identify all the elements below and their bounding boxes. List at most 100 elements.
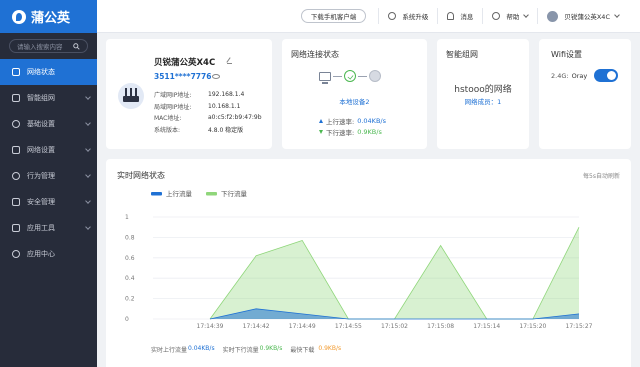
mesh-icon	[12, 94, 20, 102]
sidebar-item-label: 安全管理	[27, 198, 55, 206]
x-tick-label: 17:14:55	[335, 323, 362, 330]
sidebar-item-basic-settings[interactable]: 基础设置	[0, 111, 97, 137]
avatar	[547, 10, 559, 22]
brand-logo[interactable]: 蒲公英	[0, 0, 97, 33]
help-menu[interactable]: 帮助	[482, 8, 537, 24]
app-center-icon	[12, 250, 20, 258]
sidebar-item-network-status[interactable]: 网络状态	[0, 59, 97, 85]
footer-peak-label: 最快下载	[290, 347, 315, 354]
sidebar-item-mesh[interactable]: 智能组网	[0, 85, 97, 111]
search-icon[interactable]	[73, 42, 80, 50]
download-rate-label: 下行速率:	[326, 129, 355, 137]
arrow-down-icon	[319, 130, 323, 134]
download-client-button[interactable]: 下载手机客户端	[300, 9, 367, 23]
messages-button[interactable]: 消息	[437, 8, 482, 24]
info-row: 广域网IP地址: 192.168.1.4	[154, 89, 262, 101]
bell-icon	[447, 12, 455, 20]
toolbox-icon	[12, 224, 20, 232]
monitor-icon	[12, 68, 20, 76]
chevron-down-icon	[614, 12, 620, 18]
device-sn: 3511****7776	[154, 72, 212, 81]
legend-swatch	[151, 192, 162, 196]
mesh-card: 智能组网 hstooo的网络 网络成员：1	[437, 39, 529, 149]
info-key: MAC地址:	[154, 115, 182, 123]
mesh-title: 智能组网	[446, 50, 478, 59]
upgrade-icon	[388, 12, 397, 20]
computer-icon	[319, 71, 331, 84]
user-name: 贝锐蒲公英X4C	[564, 13, 610, 21]
system-upgrade-label: 系统升级	[402, 13, 429, 21]
realtime-card: 实时网络状态 每5s自动刷新 0 0.2 0.4 0.6 0.8 1 17:14:39 17:…	[106, 159, 631, 367]
sidebar-item-security[interactable]: 安全管理	[0, 189, 97, 215]
sidebar-nav: 网络状态 智能组网 基础设置 网络设置 行为管理 安全管理 应用工具 应用中心	[0, 59, 97, 267]
system-upgrade-button[interactable]: 系统升级	[378, 8, 437, 24]
local-device-link[interactable]: 本地设备2	[282, 96, 427, 106]
footer-down-value: 0.9KB/s	[259, 345, 283, 352]
chevron-down-icon	[85, 120, 91, 126]
device-card: 贝锐蒲公英X4C 3511****7776 广域网IP地址: 192.168.1.…	[106, 39, 272, 149]
shield-icon	[12, 198, 20, 206]
x-tick-label: 17:15:02	[381, 323, 408, 330]
network-icon	[12, 146, 20, 154]
top-bar: 下载手机客户端 系统升级 消息 帮助 贝锐蒲公英X4C	[97, 0, 640, 33]
edit-icon[interactable]	[227, 57, 232, 64]
sidebar: 蒲公英 请输入搜索内容 网络状态 智能组网 基础设置 网络设置 行为管理 安全管…	[0, 0, 97, 367]
wifi-title: Wifi设置	[551, 50, 582, 59]
legend-swatch	[206, 192, 217, 196]
info-row: 局域网IP地址: 10.168.1.1	[154, 101, 262, 113]
behavior-icon	[12, 172, 20, 180]
y-tick-label: 0.8	[125, 234, 135, 241]
info-row: 系统版本: 4.8.0 稳定版	[154, 124, 262, 136]
sidebar-item-label: 应用工具	[27, 224, 55, 232]
x-tick-label: 17:15:14	[473, 323, 500, 330]
dandelion-logo-icon	[12, 9, 26, 24]
user-menu[interactable]: 贝锐蒲公英X4C	[537, 8, 628, 24]
download-rate: 下行速率: 0.9KB/s	[319, 127, 382, 137]
x-tick-label: 17:15:27	[566, 323, 593, 330]
sidebar-item-app-center[interactable]: 应用中心	[0, 241, 97, 267]
connection-diagram	[319, 70, 381, 84]
upload-rate: 上行速率: 0.04KB/s	[319, 116, 386, 126]
info-row: MAC地址: a0:c5:f2:b9:47:9b	[154, 112, 262, 124]
chevron-down-icon	[85, 198, 91, 204]
sidebar-item-label: 网络设置	[27, 146, 55, 154]
settings-icon	[12, 120, 20, 128]
download-rate-value: 0.9KB/s	[357, 128, 382, 136]
realtime-title: 实时网络状态	[117, 171, 165, 180]
arrow-up-icon	[319, 119, 323, 123]
footer-up-label: 实时上行流量	[151, 347, 188, 354]
sidebar-item-network-settings[interactable]: 网络设置	[0, 137, 97, 163]
mesh-network-name: hstooo的网络	[454, 85, 512, 95]
info-key: 广域网IP地址:	[154, 92, 192, 100]
footer-up-value: 0.04KB/s	[188, 345, 215, 352]
check-circle-icon	[344, 70, 356, 82]
info-value: 10.168.1.1	[208, 102, 241, 110]
info-value: a0:c5:f2:b9:47:9b	[208, 114, 262, 122]
search-input[interactable]: 请输入搜索内容	[9, 39, 88, 53]
help-label: 帮助	[506, 13, 520, 21]
sidebar-item-behavior[interactable]: 行为管理	[0, 163, 97, 189]
chevron-down-icon	[523, 12, 530, 18]
traffic-chart: 0 0.2 0.4 0.6 0.8 1 17:14:39 17:14:42 17:14:49 17…	[125, 189, 593, 330]
search-placeholder: 请输入搜索内容	[17, 43, 63, 51]
wifi-toggle[interactable]	[594, 69, 618, 82]
info-value: 192.168.1.4	[208, 91, 245, 99]
mesh-members-link[interactable]: 网络成员：1	[437, 96, 529, 106]
y-tick-label: 0	[125, 316, 129, 323]
chevron-down-icon	[85, 146, 91, 152]
sidebar-item-tools[interactable]: 应用工具	[0, 215, 97, 241]
device-name: 贝锐蒲公英X4C	[154, 58, 216, 68]
series-area-1	[210, 227, 579, 319]
network-status-card: 网络连接状态 本地设备2 上行速率: 0.04KB/s 下行速率: 0.9KB/…	[282, 39, 427, 149]
wifi-band: 2.4G:	[551, 72, 569, 80]
info-key: 局域网IP地址:	[154, 103, 192, 111]
device-info: 广域网IP地址: 192.168.1.4 局域网IP地址: 10.168.1.1 M…	[154, 89, 262, 135]
chevron-down-icon	[85, 172, 91, 178]
messages-label: 消息	[460, 13, 474, 21]
sidebar-item-label: 智能组网	[27, 94, 55, 102]
refresh-note: 每5s自动刷新	[583, 173, 620, 180]
x-tick-label: 17:14:49	[289, 323, 316, 330]
eye-hidden-icon[interactable]	[212, 74, 220, 79]
upload-rate-value: 0.04KB/s	[357, 117, 386, 125]
y-tick-label: 0.2	[125, 296, 135, 303]
